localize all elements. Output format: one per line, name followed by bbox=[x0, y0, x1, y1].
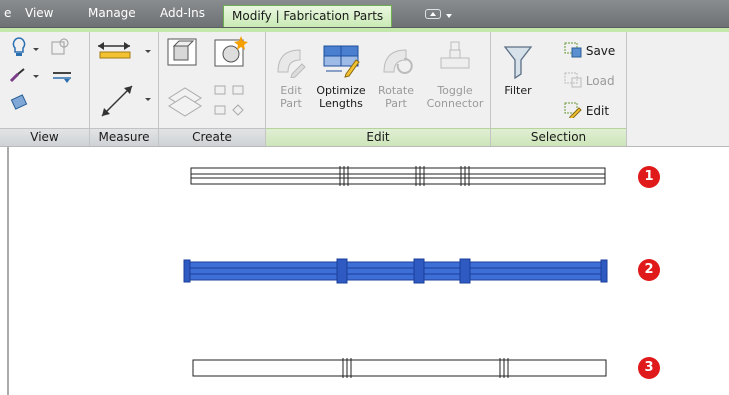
coupling-2b bbox=[413, 258, 425, 284]
tab-manage[interactable]: Manage bbox=[88, 6, 136, 20]
panel-selection: Filter Save Load Edit Selection bbox=[491, 32, 627, 146]
panel-label-create: Create bbox=[159, 128, 265, 146]
tab-modify-fabrication-parts[interactable]: Modify | Fabrication Parts bbox=[223, 5, 393, 27]
edit-part-icon bbox=[277, 49, 306, 78]
caret-down-icon[interactable] bbox=[33, 48, 39, 51]
drawing-canvas[interactable]: 1 2 3 bbox=[0, 147, 729, 395]
aligned-dimension-icon[interactable] bbox=[98, 82, 138, 120]
toggle-connector-icon bbox=[440, 41, 470, 69]
panel-view: View bbox=[0, 32, 90, 146]
drawing-area-svg bbox=[7, 147, 608, 395]
tab-add-ins[interactable]: Add-Ins bbox=[160, 6, 205, 20]
create-group-icon bbox=[214, 85, 244, 116]
toggle-connector-label-2: Connector bbox=[426, 97, 484, 110]
rotate-part-button: Rotate Part bbox=[372, 84, 420, 110]
caret-down-icon[interactable] bbox=[145, 50, 151, 53]
paint-brush-icon[interactable] bbox=[8, 66, 32, 84]
panel-label-view: View bbox=[0, 128, 89, 146]
pipe-run-3[interactable] bbox=[192, 358, 607, 378]
load-selection-button: Load bbox=[564, 72, 615, 88]
edit-part-label-1: Edit bbox=[280, 84, 302, 97]
coupling-2a bbox=[336, 258, 348, 284]
toggle-connector-label-1: Toggle bbox=[437, 84, 473, 97]
edit-selection-icon bbox=[564, 102, 582, 120]
measure-distance-icon[interactable] bbox=[95, 38, 135, 64]
ribbon-options-caret-icon[interactable] bbox=[446, 14, 452, 18]
rotate-part-label-1: Rotate bbox=[377, 84, 414, 97]
tab-partial[interactable]: e bbox=[4, 6, 11, 20]
rotate-part-label-2: Part bbox=[385, 97, 407, 110]
edit-part-label-2: Part bbox=[280, 97, 302, 110]
panel-label-measure: Measure bbox=[90, 128, 158, 146]
panel-create: Create bbox=[159, 32, 266, 146]
callout-2: 2 bbox=[638, 259, 660, 281]
hide-element-icon[interactable] bbox=[8, 36, 30, 58]
create-assembly-icon[interactable] bbox=[165, 36, 201, 68]
pipe-run-1[interactable] bbox=[190, 166, 606, 186]
filter-button[interactable]: Filter bbox=[497, 84, 539, 97]
thin-lines-icon[interactable] bbox=[50, 70, 74, 86]
cut-profile-icon[interactable] bbox=[8, 92, 32, 112]
optimize-lengths-icon[interactable] bbox=[320, 40, 364, 78]
edit-selection-button[interactable]: Edit bbox=[564, 102, 610, 120]
optimize-lengths-label-2: Lengths bbox=[319, 97, 363, 110]
caret-down-icon[interactable] bbox=[145, 98, 151, 101]
edit-label: Edit bbox=[585, 104, 610, 118]
coupling-2c bbox=[459, 258, 471, 284]
panel-measure: Measure bbox=[90, 32, 159, 146]
rotate-part-icon bbox=[383, 49, 413, 74]
filter-icon[interactable] bbox=[503, 44, 533, 80]
create-similar-icon[interactable] bbox=[211, 34, 251, 68]
panel-label-selection: Selection bbox=[491, 128, 626, 146]
ribbon-tab-bar: e View Manage Add-Ins Modify | Fabricati… bbox=[0, 0, 729, 28]
panel-edit: Edit Part Optimize Lengths Rotate Part T… bbox=[266, 32, 491, 146]
filter-label: Filter bbox=[504, 84, 532, 97]
tab-view[interactable]: View bbox=[25, 6, 53, 20]
panel-label-edit: Edit bbox=[266, 128, 490, 146]
toggle-connector-button: Toggle Connector bbox=[422, 84, 488, 110]
edit-part-button: Edit Part bbox=[268, 84, 314, 110]
save-label: Save bbox=[585, 44, 616, 58]
save-selection-button[interactable]: Save bbox=[564, 42, 615, 58]
override-graphics-icon bbox=[51, 38, 69, 55]
callout-1: 1 bbox=[638, 166, 660, 188]
minimize-ribbon-icon[interactable] bbox=[425, 9, 441, 19]
load-label: Load bbox=[585, 74, 615, 88]
optimize-lengths-button[interactable]: Optimize Lengths bbox=[312, 84, 370, 110]
pipe-run-2-selected[interactable] bbox=[183, 258, 608, 284]
save-selection-icon bbox=[564, 42, 582, 58]
optimize-lengths-label-1: Optimize bbox=[316, 84, 366, 97]
caret-down-icon[interactable] bbox=[33, 75, 39, 78]
load-selection-icon bbox=[564, 72, 582, 88]
create-parts-icon bbox=[168, 87, 202, 117]
callout-3: 3 bbox=[638, 357, 660, 379]
